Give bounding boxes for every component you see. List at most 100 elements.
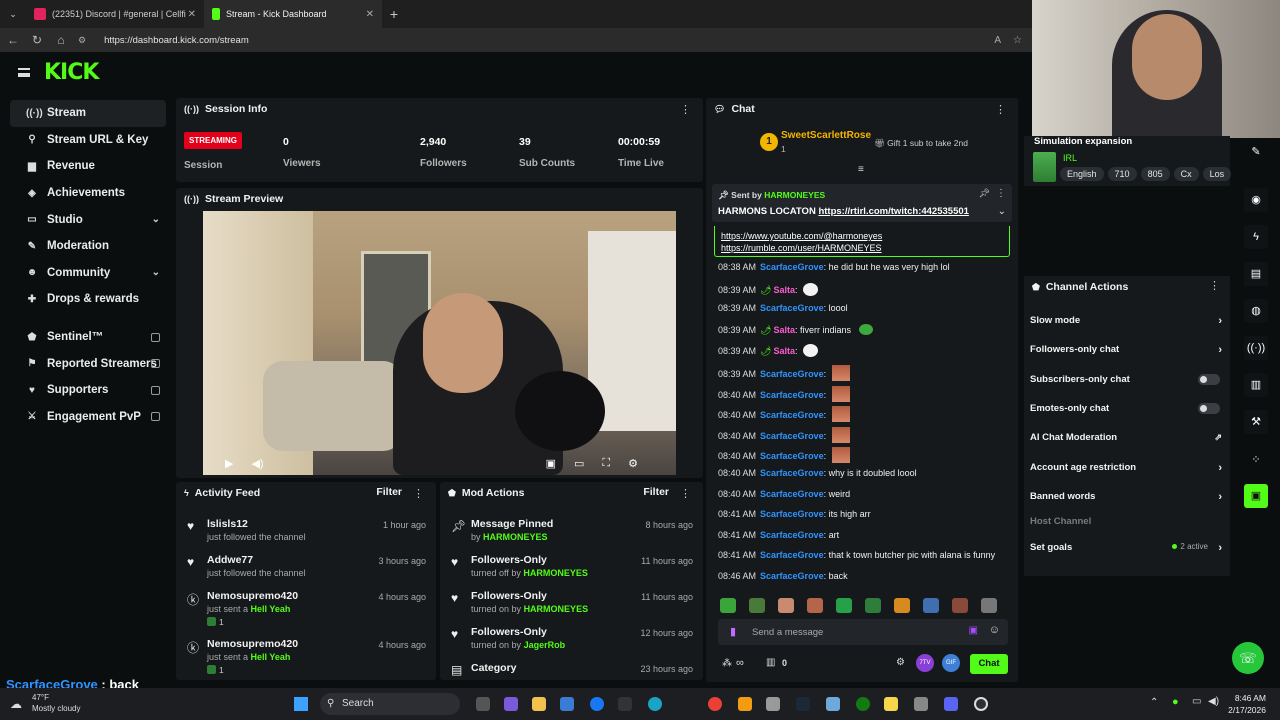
chat-link[interactable]: https://www.youtube.com/@harmoneyes (721, 230, 1003, 242)
sidebar-item-drops-rewards[interactable]: ✚ Drops & rewards (10, 286, 166, 313)
chat-username[interactable]: Salta (773, 325, 795, 335)
action-set-goals[interactable]: Set goals 2 active › (1030, 542, 1224, 564)
sidebar-item-achievements[interactable]: ◈ Achievements (10, 180, 166, 207)
more-options-icon[interactable]: ⋮ (1209, 279, 1220, 292)
facebook-icon[interactable] (590, 697, 604, 711)
tab-list-icon[interactable]: ⌄ (0, 9, 26, 20)
tab-discord[interactable]: (22351) Discord | #general | Cellfi ✕ (26, 0, 204, 28)
sidebar-item-reported-streamers[interactable]: ⚑ Reported Streamers (10, 350, 166, 377)
action-banned-words[interactable]: Banned words › (1030, 491, 1224, 513)
sidebar-item-engagement-pvp[interactable]: ⚔ Engagement PvP (10, 404, 166, 431)
emote-icon[interactable] (807, 598, 823, 613)
gif-icon[interactable]: GIF (942, 654, 960, 672)
chrome-icon[interactable] (708, 697, 722, 711)
chat-username[interactable]: Salta (773, 346, 795, 356)
close-tab-icon[interactable]: ✕ (366, 9, 374, 20)
sidebar-item-community[interactable]: ☻ Community ⌄ (10, 260, 166, 287)
chat-input[interactable]: ▮ Send a message ▣ ☺ (718, 619, 1008, 645)
emote-icon[interactable] (923, 598, 939, 613)
tab-kick-dashboard[interactable]: Stream - Kick Dashboard ✕ (204, 0, 382, 28)
more-options-icon[interactable]: ⋮ (680, 487, 691, 500)
new-tab-icon[interactable]: + (382, 6, 406, 22)
edit-icon[interactable]: ✎ (1244, 140, 1268, 164)
feed-user[interactable]: Nemosupremo420 (207, 590, 298, 602)
chevron-down-icon[interactable]: ⌄ (152, 214, 160, 225)
app-icon[interactable] (738, 697, 752, 711)
steam-icon[interactable] (796, 697, 810, 711)
unpin-icon[interactable]: 📌︎ (979, 188, 990, 199)
apps-icon[interactable]: ⁘ (1244, 448, 1268, 472)
site-info-icon[interactable]: ⚙ (78, 35, 86, 46)
theater-icon[interactable]: ▣ (546, 457, 556, 470)
chat-username[interactable]: ScarfaceGrove (760, 390, 824, 400)
chat-username[interactable]: ScarfaceGrove (760, 509, 824, 519)
discord-icon[interactable] (944, 697, 958, 711)
pip-icon[interactable]: ▭ (574, 457, 584, 470)
sidebar-item-sentinel[interactable]: ⬟ Sentinel™ (10, 324, 166, 351)
tray-chevron-icon[interactable]: ⌃ (1150, 697, 1158, 708)
close-tab-icon[interactable]: ✕ (188, 9, 196, 20)
bolt-icon[interactable]: ϟ (1244, 225, 1268, 249)
taskbar-search[interactable]: ⚲ Search (320, 693, 460, 715)
sidebar-item-moderation[interactable]: ✎ Moderation (10, 233, 166, 260)
collapse-icon[interactable]: ≡ (858, 164, 864, 175)
plugin-icon[interactable]: ▣ (1244, 484, 1268, 508)
chat-link[interactable]: https://rumble.com/user/HARMONEYES (721, 242, 1003, 254)
feed-user[interactable]: lslisls12 (207, 518, 248, 530)
sticky-notes-icon[interactable] (884, 697, 898, 711)
action-slow-mode[interactable]: Slow mode › (1030, 315, 1224, 337)
play-icon[interactable]: ▶ (225, 457, 233, 470)
expand-icon[interactable]: ⌄ (998, 206, 1006, 217)
chat-username[interactable]: ScarfaceGrove (760, 410, 824, 420)
emote-icon[interactable] (981, 598, 997, 613)
sidebar-item-stream[interactable]: ((·)) Stream (10, 100, 166, 127)
chat-username[interactable]: ScarfaceGrove (760, 571, 824, 581)
help-button[interactable]: ☏ (1232, 642, 1264, 674)
chat-bubble-icon[interactable]: ◍ (1244, 299, 1268, 323)
action-account-age[interactable]: Account age restriction › (1030, 462, 1224, 484)
url-field[interactable]: https://dashboard.kick.com/stream (104, 35, 249, 46)
action-ai-moderation[interactable]: AI Chat Moderation ⇗ (1030, 432, 1224, 454)
network-icon[interactable]: ▭ (1192, 696, 1201, 707)
settings-icon[interactable]: ⚙ (628, 457, 638, 470)
edge-icon[interactable] (648, 697, 662, 711)
mod-user[interactable]: HARMONEYES (524, 604, 589, 614)
store-icon[interactable] (560, 697, 574, 711)
chat-username[interactable]: ScarfaceGrove (760, 431, 824, 441)
chat-username[interactable]: ScarfaceGrove (760, 550, 824, 560)
feed-user[interactable]: Nemosupremo420 (207, 638, 298, 650)
home-icon[interactable]: ⌂ (54, 33, 68, 47)
chat-username[interactable]: ScarfaceGrove (760, 530, 824, 540)
chat-username[interactable]: Salta (773, 285, 795, 295)
feed-user[interactable]: Addwe77 (207, 554, 253, 566)
emote-icon[interactable] (894, 598, 910, 613)
mod-user[interactable]: JagerRob (524, 640, 566, 650)
volume-icon[interactable]: ◀) (1208, 696, 1219, 707)
filter-button[interactable]: Filter (376, 486, 402, 498)
tag[interactable]: Cx (1173, 167, 1199, 181)
sidebar-item-stream-url-key[interactable]: ⚲ Stream URL & Key (10, 127, 166, 154)
gift-cta[interactable]: 🎁︎ Gift 1 sub to take 2nd (874, 138, 968, 149)
tag[interactable]: Los (1202, 167, 1232, 181)
weather-widget[interactable]: 47°F Mostly cloudy (32, 692, 80, 714)
chat-username[interactable]: ScarfaceGrove (760, 489, 824, 499)
sidebar-item-revenue[interactable]: ▆ Revenue (10, 153, 166, 180)
emote-icon[interactable] (749, 598, 765, 613)
send-chat-button[interactable]: Chat (970, 654, 1008, 674)
mic-icon[interactable]: ● (1172, 696, 1179, 708)
xbox-icon[interactable] (856, 697, 870, 711)
emote-icon[interactable] (952, 598, 968, 613)
favorite-star-icon[interactable]: ☆ (1013, 35, 1022, 46)
camera-icon[interactable]: ◉ (1244, 188, 1268, 212)
windows-start-icon[interactable] (294, 697, 308, 711)
sidebar-item-supporters[interactable]: ♥ Supporters (10, 377, 166, 404)
7tv-icon[interactable]: 7TV (916, 654, 934, 672)
volume-icon[interactable]: ◀) (251, 457, 263, 470)
amazon-icon[interactable] (618, 697, 632, 711)
document-icon[interactable]: ▤ (1244, 262, 1268, 286)
obs-icon[interactable] (974, 697, 988, 711)
read-aloud-icon[interactable]: A (994, 35, 1001, 46)
layout-icon[interactable]: ▥ (1244, 373, 1268, 397)
taskview-icon[interactable] (476, 697, 490, 711)
clock[interactable]: 8:46 AM 2/17/2026 (1228, 692, 1266, 716)
